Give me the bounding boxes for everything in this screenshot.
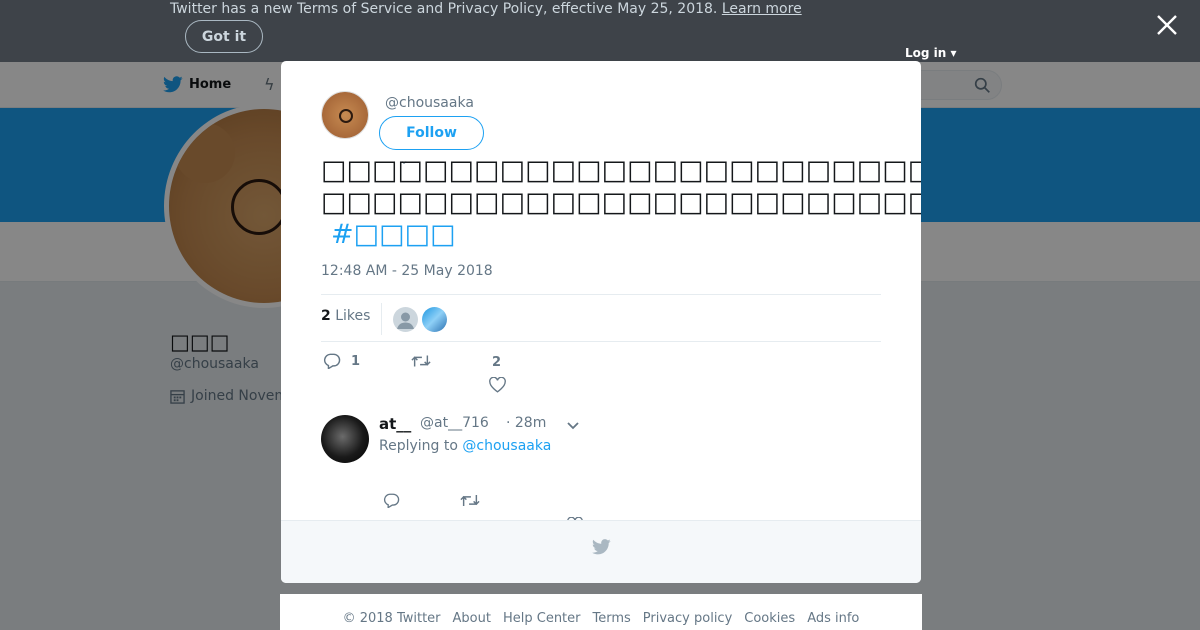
tweet-text-line-1: □□□□□□□□□□□□□□□□□□□□□□□□□□□□□□…□	[321, 155, 921, 186]
tweet-author-handle[interactable]: @chousaaka	[385, 95, 474, 111]
reply-tweet[interactable]: at__ @at__716 · 28m Replying to @chousaa…	[321, 415, 881, 532]
reply-icon	[384, 493, 400, 508]
avatar-face	[339, 109, 353, 123]
notice-message: Twitter has a new Terms of Service and P…	[170, 1, 718, 17]
reply-reply-action[interactable]	[383, 493, 400, 508]
follow-button[interactable]: Follow	[379, 116, 484, 150]
heart-icon	[489, 377, 506, 393]
twitter-bird-icon	[592, 539, 611, 555]
likes-label: Likes	[335, 308, 371, 324]
like-count: 2	[492, 355, 502, 370]
tweet-timestamp[interactable]: 12:48 AM - 25 May 2018	[321, 263, 493, 279]
reply-author-handle[interactable]: @at__716	[420, 415, 489, 431]
likes-count: 2	[321, 308, 331, 324]
notice-text: Twitter has a new Terms of Service and P…	[170, 1, 802, 17]
privacy-notice-bar: Twitter has a new Terms of Service and P…	[0, 0, 1200, 62]
reply-retweet-action[interactable]	[460, 493, 480, 508]
stats-divider	[381, 303, 382, 335]
like-action[interactable]	[489, 377, 506, 393]
replying-to: Replying to @chousaaka	[379, 438, 551, 454]
tweet-author-avatar[interactable]	[321, 91, 369, 139]
tweet-stats: 2 Likes	[321, 294, 881, 342]
replying-prefix: Replying to	[379, 438, 458, 454]
reply-author-avatar[interactable]	[321, 415, 369, 463]
got-it-button[interactable]: Got it	[185, 20, 263, 53]
footer-link-terms[interactable]: Terms	[593, 611, 631, 626]
footer-link-cookies[interactable]: Cookies	[744, 611, 795, 626]
chevron-down-icon[interactable]	[565, 417, 581, 433]
reply-count: 1	[351, 353, 361, 369]
like-count-action[interactable]: 2	[492, 355, 501, 370]
footer-copyright: © 2018 Twitter	[342, 611, 441, 626]
tweet-text-line-2: □□□□□□□□□□□□□□□□□□□□□□□□□□□□□□□□□□□□□□□□…	[321, 187, 921, 218]
liker-avatar[interactable]	[393, 307, 418, 332]
footer-link-about[interactable]: About	[453, 611, 491, 626]
tweet-actions: 1 2	[321, 351, 881, 401]
modal-footer	[281, 520, 921, 583]
tweet-text: □□□□□□□□□□□□□□□□□□□□□□□□□□□□□□…□ □□□□□□□…	[321, 155, 921, 251]
footer-link-privacy[interactable]: Privacy policy	[643, 611, 732, 626]
page-footer: © 2018 Twitter About Help Center Terms P…	[280, 594, 922, 630]
reply-author-name[interactable]: at__	[379, 415, 411, 433]
liker-avatar[interactable]	[422, 307, 447, 332]
likes-stat[interactable]: 2 Likes	[321, 308, 370, 324]
footer-links: © 2018 Twitter About Help Center Terms P…	[280, 611, 922, 626]
login-link[interactable]: Log in ▾	[905, 46, 957, 60]
default-avatar-icon	[397, 312, 414, 329]
footer-link-ads-info[interactable]: Ads info	[807, 611, 859, 626]
close-icon[interactable]	[1154, 12, 1180, 38]
tweet-modal: @chousaaka Follow ⌄ □□□□□□□□□□□□□□□□□□□□…	[281, 61, 921, 583]
retweet-action[interactable]	[411, 353, 431, 369]
learn-more-link[interactable]: Learn more	[722, 1, 802, 17]
retweet-icon	[411, 355, 431, 367]
login-label: Log in	[905, 46, 947, 60]
reply-time[interactable]: · 28m	[506, 415, 546, 431]
retweet-icon	[460, 495, 480, 506]
reply-action[interactable]: 1	[323, 353, 360, 369]
footer-link-help-center[interactable]: Help Center	[503, 611, 581, 626]
replying-to-link[interactable]: @chousaaka	[462, 438, 551, 454]
hashtag-link[interactable]: #□□□□	[331, 219, 456, 251]
reply-icon	[324, 353, 341, 369]
